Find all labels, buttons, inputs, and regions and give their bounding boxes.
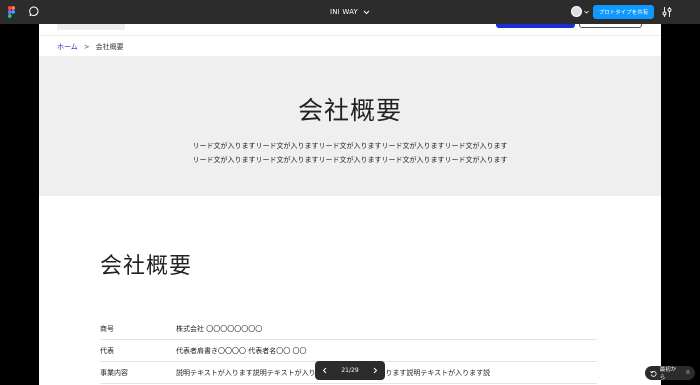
- hero-lead-line: リード文が入りますリード文が入りますリード文が入りますリード文が入りますリード文…: [192, 142, 508, 150]
- row-label: 商号: [100, 324, 114, 333]
- breadcrumb-separator-icon: >: [83, 43, 90, 51]
- restart-icon: [650, 370, 657, 377]
- row-value: 説明テキストが入ります説明テキストが入ります説明テキストが入ります説明テキストが…: [176, 368, 597, 378]
- header-primary-button[interactable]: [496, 24, 575, 28]
- row-value: 株式会社 〇〇〇〇〇〇〇〇: [176, 324, 263, 333]
- hero-title: 会社概要: [297, 96, 402, 125]
- chevron-right-icon[interactable]: [372, 367, 378, 374]
- restart-shortcut: R: [686, 370, 690, 376]
- prototype-frame: ホーム > 会社概要 会社概要 リード文が入りますリード文が入りますリード文が入…: [39, 24, 661, 385]
- chevron-left-icon[interactable]: [322, 367, 328, 374]
- breadcrumb: ホーム > 会社概要: [57, 42, 124, 52]
- pager-count: 21/29: [341, 367, 359, 374]
- row-label: 代表: [100, 346, 114, 355]
- figma-toolbar: INI WAY プロトタイプを共有: [0, 0, 700, 24]
- chevron-down-icon: [363, 10, 370, 14]
- header-outline-button[interactable]: [579, 24, 642, 28]
- share-prototype-button[interactable]: プロトタイプを共有: [593, 5, 654, 19]
- chevron-down-icon[interactable]: [584, 10, 589, 14]
- avatar[interactable]: [571, 6, 582, 17]
- frame-pager: 21/29: [315, 361, 385, 380]
- hero-section: 会社概要 リード文が入りますリード文が入りますリード文が入りますリード文が入りま…: [39, 56, 661, 196]
- breadcrumb-home-link[interactable]: ホーム: [57, 42, 78, 52]
- hero-lead-line: リード文が入りますリード文が入りますリード文が入りますリード文が入りますリード文…: [192, 156, 508, 164]
- table-row: 代表 代表者肩書き〇〇〇〇 代表者名〇〇 〇〇: [100, 340, 597, 362]
- section-title: 会社概要: [100, 254, 193, 279]
- breadcrumb-current: 会社概要: [95, 43, 124, 51]
- file-title-label: INI WAY: [329, 8, 359, 16]
- settings-sliders-icon[interactable]: [661, 6, 673, 18]
- table-row: 商号 株式会社 〇〇〇〇〇〇〇〇: [100, 318, 597, 340]
- restart-button[interactable]: 最初から R: [645, 366, 695, 381]
- row-label: 事業内容: [100, 368, 128, 377]
- row-value: 代表者肩書き〇〇〇〇 代表者名〇〇 〇〇: [176, 346, 307, 355]
- site-header: [39, 24, 661, 36]
- hero-lead: リード文が入りますリード文が入りますリード文が入りますリード文が入りますリード文…: [39, 139, 661, 167]
- site-logo[interactable]: [57, 24, 125, 30]
- restart-label: 最初から: [659, 367, 677, 381]
